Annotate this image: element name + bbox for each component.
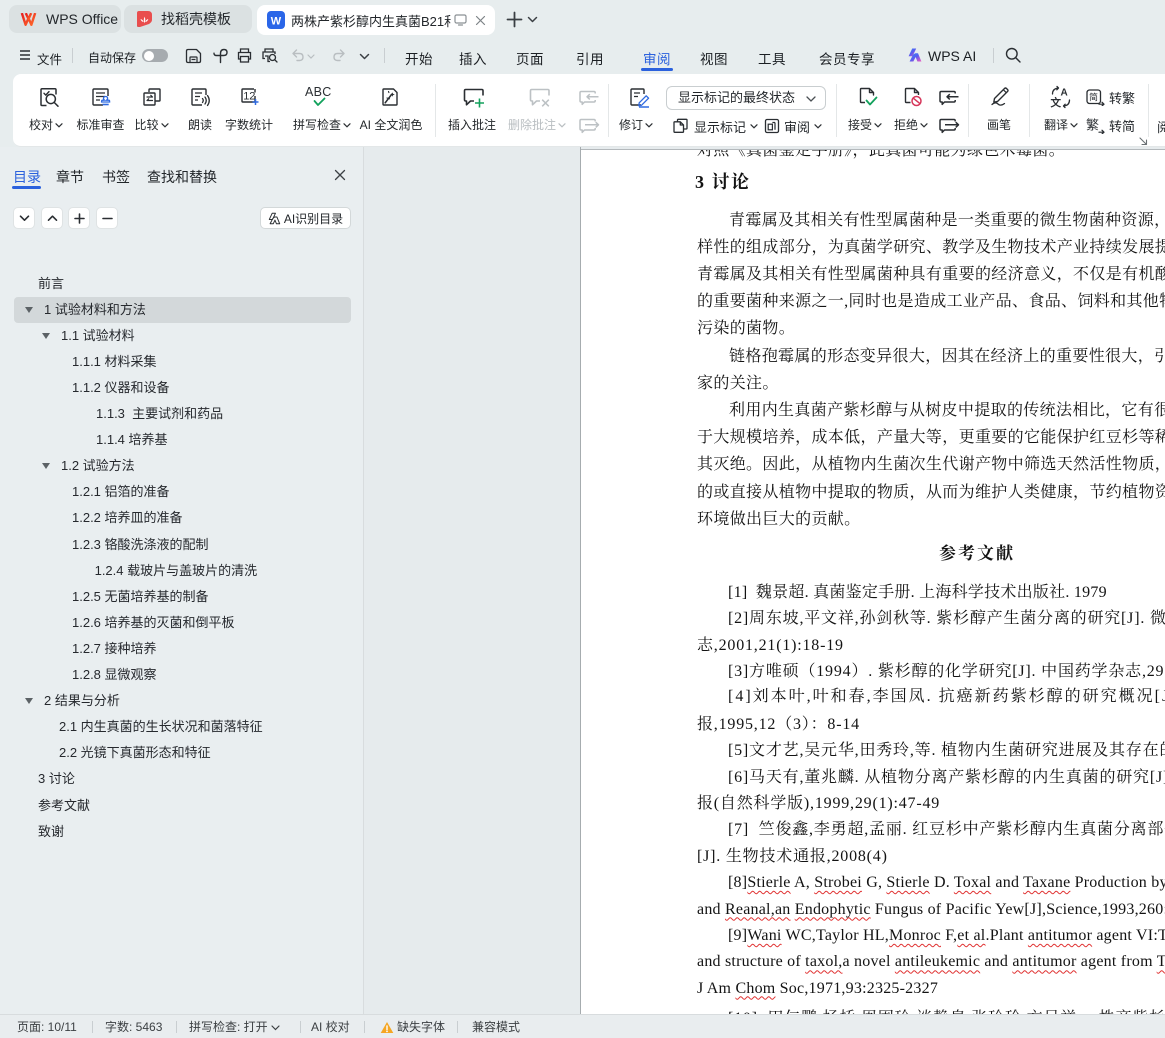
svg-text:A: A xyxy=(1061,88,1068,99)
svg-text:简: 简 xyxy=(1089,91,1098,102)
svg-text:W: W xyxy=(271,16,282,28)
svg-text:ABC: ABC xyxy=(305,85,332,99)
svg-text:文: 文 xyxy=(1050,96,1062,109)
svg-text:繁: 繁 xyxy=(1086,117,1099,132)
svg-text:12: 12 xyxy=(243,91,255,103)
